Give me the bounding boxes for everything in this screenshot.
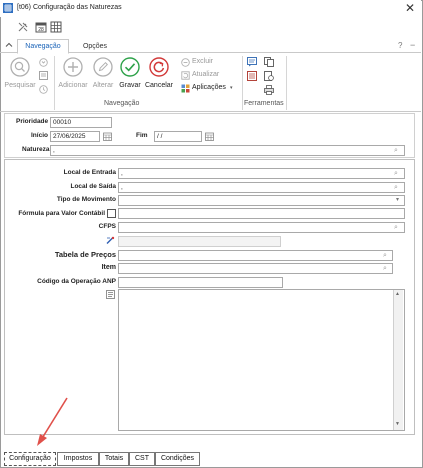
adicionar-button[interactable]: Adicionar bbox=[55, 82, 91, 89]
search-icon[interactable] bbox=[10, 57, 30, 77]
fim-label: Fim bbox=[136, 132, 148, 139]
group-label-ferramentas: Ferramentas bbox=[244, 100, 284, 107]
item-label: Item bbox=[101, 264, 116, 271]
cancel-icon[interactable] bbox=[149, 57, 169, 77]
inicio-label: Início bbox=[31, 132, 48, 139]
tab-condicoes[interactable]: Condições bbox=[155, 452, 200, 466]
formula-expression-field[interactable] bbox=[118, 236, 281, 247]
natureza-label: Natureza bbox=[22, 146, 50, 153]
tab-totais[interactable]: Totais bbox=[99, 452, 129, 466]
search-icon[interactable]: ⌕ bbox=[383, 264, 387, 273]
add-icon[interactable] bbox=[63, 57, 83, 77]
tab-impostos[interactable]: Impostos bbox=[57, 452, 99, 466]
window-title: [t06) Configuração das Naturezas bbox=[17, 4, 122, 11]
cancelar-button[interactable]: Cancelar bbox=[143, 82, 175, 89]
item-field[interactable] bbox=[118, 263, 393, 274]
tipo-movimento-label: Tipo de Movimento bbox=[56, 196, 116, 203]
calendar-icon[interactable] bbox=[103, 132, 112, 141]
pesquisar-button[interactable]: Pesquisar bbox=[3, 82, 37, 89]
tab-configuracao[interactable]: Configuração bbox=[4, 452, 56, 466]
excluir-button[interactable]: Excluir bbox=[192, 58, 213, 65]
codigo-anp-field[interactable] bbox=[118, 277, 283, 288]
history-icon[interactable] bbox=[39, 85, 48, 94]
alterar-button[interactable]: Alterar bbox=[89, 82, 117, 89]
prioridade-label: Prioridade bbox=[16, 118, 49, 125]
scroll-up-icon[interactable]: ▲ bbox=[395, 291, 400, 297]
search-icon[interactable]: ⌕ bbox=[394, 223, 398, 232]
ribbon-separator bbox=[286, 56, 287, 110]
svg-text:28: 28 bbox=[38, 27, 44, 33]
tab-navegacao[interactable]: Navegação bbox=[17, 39, 69, 54]
calendar-icon[interactable] bbox=[205, 132, 214, 141]
group-label-navegacao: Navegação bbox=[104, 100, 140, 107]
minimize-ribbon-icon[interactable]: − bbox=[410, 40, 415, 50]
tabela-precos-field[interactable] bbox=[118, 250, 393, 261]
aplicacoes-button[interactable]: Aplicações bbox=[192, 84, 226, 91]
comment-icon[interactable] bbox=[247, 57, 257, 67]
form-view-icon[interactable] bbox=[39, 71, 48, 80]
quick-access-bar: 28 bbox=[0, 18, 421, 35]
tab-cst[interactable]: CST bbox=[129, 452, 155, 466]
notes-icon[interactable] bbox=[106, 290, 115, 299]
tools-icon[interactable] bbox=[17, 21, 29, 33]
refresh-icon[interactable] bbox=[181, 71, 190, 80]
search-icon[interactable]: ⌕ bbox=[394, 146, 398, 155]
tab-opcoes[interactable]: Opções bbox=[74, 40, 116, 53]
search-icon[interactable]: ⌕ bbox=[383, 251, 387, 260]
next-icon[interactable] bbox=[39, 58, 48, 67]
ribbon-separator bbox=[242, 56, 243, 110]
inicio-field[interactable]: 27/06/2025 bbox=[50, 131, 100, 142]
formula-edit-icon[interactable] bbox=[106, 236, 115, 245]
atualizar-button[interactable]: Atualizar bbox=[192, 71, 219, 78]
tabela-precos-label: Tabela de Preços bbox=[54, 250, 116, 259]
collapse-ribbon-icon[interactable] bbox=[5, 41, 13, 49]
attachment-icon[interactable] bbox=[264, 71, 274, 81]
observacao-memo[interactable] bbox=[118, 289, 405, 431]
natureza-field[interactable]: , bbox=[50, 145, 405, 156]
codigo-anp-label: Código da Operação ANP bbox=[37, 278, 116, 285]
cfps-label: CFPS bbox=[98, 223, 116, 230]
local-entrada-field[interactable]: , bbox=[118, 168, 405, 179]
chevron-down-icon[interactable]: ▾ bbox=[230, 85, 233, 91]
fim-field[interactable]: / / bbox=[154, 131, 202, 142]
formula-valor-checkbox[interactable] bbox=[107, 209, 116, 218]
save-check-icon[interactable] bbox=[120, 57, 140, 77]
chevron-down-icon[interactable]: ▾ bbox=[396, 196, 399, 203]
cfps-field[interactable] bbox=[118, 222, 405, 233]
delete-icon[interactable] bbox=[181, 58, 190, 67]
app-icon bbox=[3, 3, 13, 13]
calendar-icon[interactable]: 28 bbox=[35, 21, 47, 33]
applications-icon[interactable] bbox=[181, 84, 190, 93]
close-icon[interactable]: ✕ bbox=[405, 1, 415, 15]
formula-valor-field[interactable] bbox=[118, 208, 405, 219]
report-icon[interactable] bbox=[247, 71, 257, 81]
prioridade-field[interactable]: 00010 bbox=[50, 117, 112, 128]
tipo-movimento-select[interactable] bbox=[118, 195, 405, 206]
copy-icon[interactable] bbox=[264, 57, 274, 67]
local-saida-label: Local de Saída bbox=[70, 183, 116, 190]
title-bar: [t06) Configuração das Naturezas ✕ bbox=[0, 0, 421, 17]
help-icon[interactable]: ? bbox=[398, 41, 402, 50]
print-icon[interactable] bbox=[264, 85, 274, 95]
formula-valor-label: Fórmula para Valor Contábil bbox=[18, 210, 105, 217]
memo-scrollbar[interactable] bbox=[393, 290, 403, 430]
search-icon[interactable]: ⌕ bbox=[394, 169, 398, 178]
grid-icon[interactable] bbox=[50, 21, 62, 33]
local-saida-field[interactable]: , bbox=[118, 182, 405, 193]
edit-icon[interactable] bbox=[93, 57, 113, 77]
local-entrada-label: Local de Entrada bbox=[63, 169, 116, 176]
gravar-button[interactable]: Gravar bbox=[116, 82, 144, 89]
scroll-down-icon[interactable]: ▼ bbox=[395, 421, 400, 427]
search-icon[interactable]: ⌕ bbox=[394, 183, 398, 192]
